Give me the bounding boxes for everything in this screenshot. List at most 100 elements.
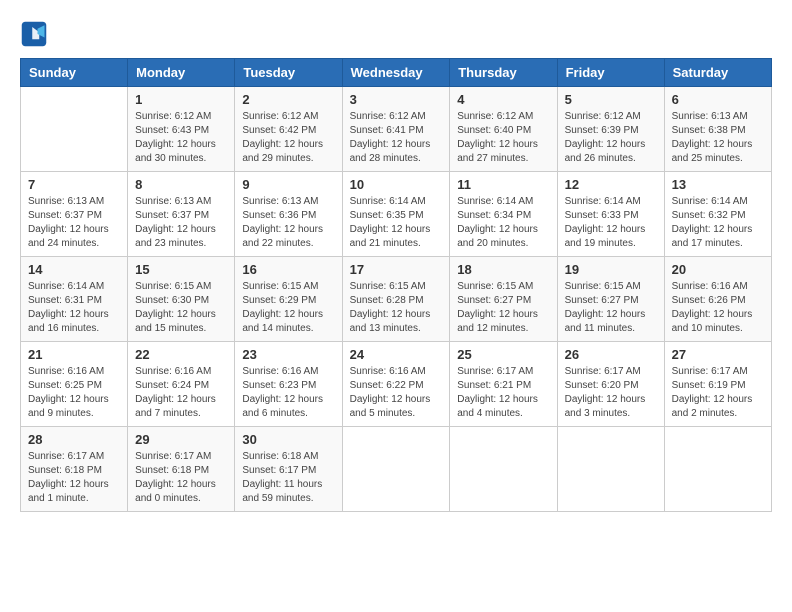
logo-icon: [20, 20, 48, 48]
day-info: Sunrise: 6:16 AM Sunset: 6:25 PM Dayligh…: [28, 365, 120, 421]
calendar-day-cell: [21, 87, 128, 172]
day-info: Sunrise: 6:16 AM Sunset: 6:24 PM Dayligh…: [135, 365, 227, 421]
day-info: Sunrise: 6:17 AM Sunset: 6:19 PM Dayligh…: [672, 365, 764, 421]
day-info: Sunrise: 6:14 AM Sunset: 6:31 PM Dayligh…: [28, 280, 120, 336]
day-of-week-header: Monday: [128, 59, 235, 87]
day-info: Sunrise: 6:13 AM Sunset: 6:36 PM Dayligh…: [242, 195, 334, 251]
day-number: 7: [28, 177, 120, 192]
calendar-day-cell: 16Sunrise: 6:15 AM Sunset: 6:29 PM Dayli…: [235, 257, 342, 342]
calendar-day-cell: 6Sunrise: 6:13 AM Sunset: 6:38 PM Daylig…: [664, 87, 771, 172]
calendar-day-cell: 23 Sunrise: 6:16 AM Sunset: 6:23 PM Dayli…: [235, 342, 342, 427]
day-number: 30: [242, 432, 334, 447]
day-of-week-header: Sunday: [21, 59, 128, 87]
day-number: 8: [135, 177, 227, 192]
day-info: Sunrise: 6:12 AM Sunset: 6:40 PM Dayligh…: [457, 110, 549, 166]
day-of-week-header: Saturday: [664, 59, 771, 87]
calendar-day-cell: 12 Sunrise: 6:14 AM Sunset: 6:33 PM Dayli…: [557, 172, 664, 257]
day-number: 20: [672, 262, 764, 277]
day-number: 9: [242, 177, 334, 192]
day-info: Sunrise: 6:12 AM Sunset: 6:39 PM Dayligh…: [565, 110, 657, 166]
day-info: Sunrise: 6:12 AM Sunset: 6:42 PM Dayligh…: [242, 110, 334, 166]
day-info: Sunrise: 6:16 AM Sunset: 6:26 PM Dayligh…: [672, 280, 764, 336]
day-header-row: SundayMondayTuesdayWednesdayThursdayFrid…: [21, 59, 772, 87]
calendar-week-row: 1Sunrise: 6:12 AM Sunset: 6:43 PM Daylig…: [21, 87, 772, 172]
day-info: Sunrise: 6:17 AM Sunset: 6:18 PM Dayligh…: [135, 450, 227, 506]
day-info: Sunrise: 6:17 AM Sunset: 6:20 PM Dayligh…: [565, 365, 657, 421]
day-info: Sunrise: 6:14 AM Sunset: 6:35 PM Dayligh…: [350, 195, 443, 251]
day-info: Sunrise: 6:14 AM Sunset: 6:32 PM Dayligh…: [672, 195, 764, 251]
day-number: 2: [242, 92, 334, 107]
calendar-day-cell: 3 Sunrise: 6:12 AM Sunset: 6:41 PM Daylig…: [342, 87, 450, 172]
day-number: 26: [565, 347, 657, 362]
calendar-day-cell: 1Sunrise: 6:12 AM Sunset: 6:43 PM Daylig…: [128, 87, 235, 172]
calendar-day-cell: 30 Sunrise: 6:18 AM Sunset: 6:17 PM Dayli…: [235, 427, 342, 512]
calendar-day-cell: 4 Sunrise: 6:12 AM Sunset: 6:40 PM Daylig…: [450, 87, 557, 172]
day-number: 19: [565, 262, 657, 277]
day-info: Sunrise: 6:13 AM Sunset: 6:38 PM Dayligh…: [672, 110, 764, 166]
day-number: 21: [28, 347, 120, 362]
day-info: Sunrise: 6:14 AM Sunset: 6:33 PM Dayligh…: [565, 195, 657, 251]
calendar-day-cell: 26 Sunrise: 6:17 AM Sunset: 6:20 PM Dayli…: [557, 342, 664, 427]
day-info: Sunrise: 6:13 AM Sunset: 6:37 PM Dayligh…: [28, 195, 120, 251]
day-info: Sunrise: 6:17 AM Sunset: 6:18 PM Dayligh…: [28, 450, 120, 506]
day-of-week-header: Wednesday: [342, 59, 450, 87]
day-number: 17: [350, 262, 443, 277]
day-number: 1: [135, 92, 227, 107]
day-number: 27: [672, 347, 764, 362]
calendar-day-cell: 9 Sunrise: 6:13 AM Sunset: 6:36 PM Daylig…: [235, 172, 342, 257]
calendar-day-cell: 5Sunrise: 6:12 AM Sunset: 6:39 PM Daylig…: [557, 87, 664, 172]
calendar-day-cell: 7 Sunrise: 6:13 AM Sunset: 6:37 PM Daylig…: [21, 172, 128, 257]
calendar-day-cell: 29 Sunrise: 6:17 AM Sunset: 6:18 PM Dayli…: [128, 427, 235, 512]
day-info: Sunrise: 6:13 AM Sunset: 6:37 PM Dayligh…: [135, 195, 227, 251]
day-info: Sunrise: 6:18 AM Sunset: 6:17 PM Dayligh…: [242, 450, 334, 506]
calendar-day-cell: 21 Sunrise: 6:16 AM Sunset: 6:25 PM Dayli…: [21, 342, 128, 427]
day-info: Sunrise: 6:15 AM Sunset: 6:27 PM Dayligh…: [565, 280, 657, 336]
day-number: 15: [135, 262, 227, 277]
logo: [20, 20, 52, 48]
day-number: 28: [28, 432, 120, 447]
day-number: 11: [457, 177, 549, 192]
calendar-day-cell: 17 Sunrise: 6:15 AM Sunset: 6:28 PM Dayli…: [342, 257, 450, 342]
day-number: 29: [135, 432, 227, 447]
calendar-week-row: 7 Sunrise: 6:13 AM Sunset: 6:37 PM Daylig…: [21, 172, 772, 257]
calendar-day-cell: 10Sunrise: 6:14 AM Sunset: 6:35 PM Dayli…: [342, 172, 450, 257]
day-number: 12: [565, 177, 657, 192]
day-number: 22: [135, 347, 227, 362]
day-number: 4: [457, 92, 549, 107]
calendar-day-cell: 14 Sunrise: 6:14 AM Sunset: 6:31 PM Dayli…: [21, 257, 128, 342]
calendar-day-cell: 2 Sunrise: 6:12 AM Sunset: 6:42 PM Daylig…: [235, 87, 342, 172]
day-info: Sunrise: 6:15 AM Sunset: 6:30 PM Dayligh…: [135, 280, 227, 336]
calendar-day-cell: [450, 427, 557, 512]
day-info: Sunrise: 6:16 AM Sunset: 6:23 PM Dayligh…: [242, 365, 334, 421]
calendar-week-row: 28 Sunrise: 6:17 AM Sunset: 6:18 PM Dayli…: [21, 427, 772, 512]
calendar-day-cell: 24 Sunrise: 6:16 AM Sunset: 6:22 PM Dayli…: [342, 342, 450, 427]
day-of-week-header: Thursday: [450, 59, 557, 87]
day-number: 13: [672, 177, 764, 192]
day-info: Sunrise: 6:14 AM Sunset: 6:34 PM Dayligh…: [457, 195, 549, 251]
calendar-day-cell: [557, 427, 664, 512]
day-number: 24: [350, 347, 443, 362]
calendar-day-cell: 22 Sunrise: 6:16 AM Sunset: 6:24 PM Dayli…: [128, 342, 235, 427]
day-number: 23: [242, 347, 334, 362]
day-number: 25: [457, 347, 549, 362]
day-info: Sunrise: 6:17 AM Sunset: 6:21 PM Dayligh…: [457, 365, 549, 421]
calendar-day-cell: 25 Sunrise: 6:17 AM Sunset: 6:21 PM Dayli…: [450, 342, 557, 427]
calendar-day-cell: 19 Sunrise: 6:15 AM Sunset: 6:27 PM Dayli…: [557, 257, 664, 342]
day-info: Sunrise: 6:15 AM Sunset: 6:28 PM Dayligh…: [350, 280, 443, 336]
day-number: 3: [350, 92, 443, 107]
calendar-body: 1Sunrise: 6:12 AM Sunset: 6:43 PM Daylig…: [21, 87, 772, 512]
calendar-day-cell: [342, 427, 450, 512]
day-info: Sunrise: 6:12 AM Sunset: 6:41 PM Dayligh…: [350, 110, 443, 166]
calendar-day-cell: 13 Sunrise: 6:14 AM Sunset: 6:32 PM Dayli…: [664, 172, 771, 257]
calendar-day-cell: 18Sunrise: 6:15 AM Sunset: 6:27 PM Dayli…: [450, 257, 557, 342]
day-info: Sunrise: 6:16 AM Sunset: 6:22 PM Dayligh…: [350, 365, 443, 421]
day-number: 18: [457, 262, 549, 277]
day-number: 14: [28, 262, 120, 277]
calendar-day-cell: 28 Sunrise: 6:17 AM Sunset: 6:18 PM Dayli…: [21, 427, 128, 512]
day-of-week-header: Friday: [557, 59, 664, 87]
calendar-day-cell: 11 Sunrise: 6:14 AM Sunset: 6:34 PM Dayli…: [450, 172, 557, 257]
calendar: SundayMondayTuesdayWednesdayThursdayFrid…: [20, 58, 772, 512]
calendar-day-cell: 8 Sunrise: 6:13 AM Sunset: 6:37 PM Daylig…: [128, 172, 235, 257]
calendar-day-cell: 15 Sunrise: 6:15 AM Sunset: 6:30 PM Dayli…: [128, 257, 235, 342]
calendar-week-row: 14 Sunrise: 6:14 AM Sunset: 6:31 PM Dayli…: [21, 257, 772, 342]
